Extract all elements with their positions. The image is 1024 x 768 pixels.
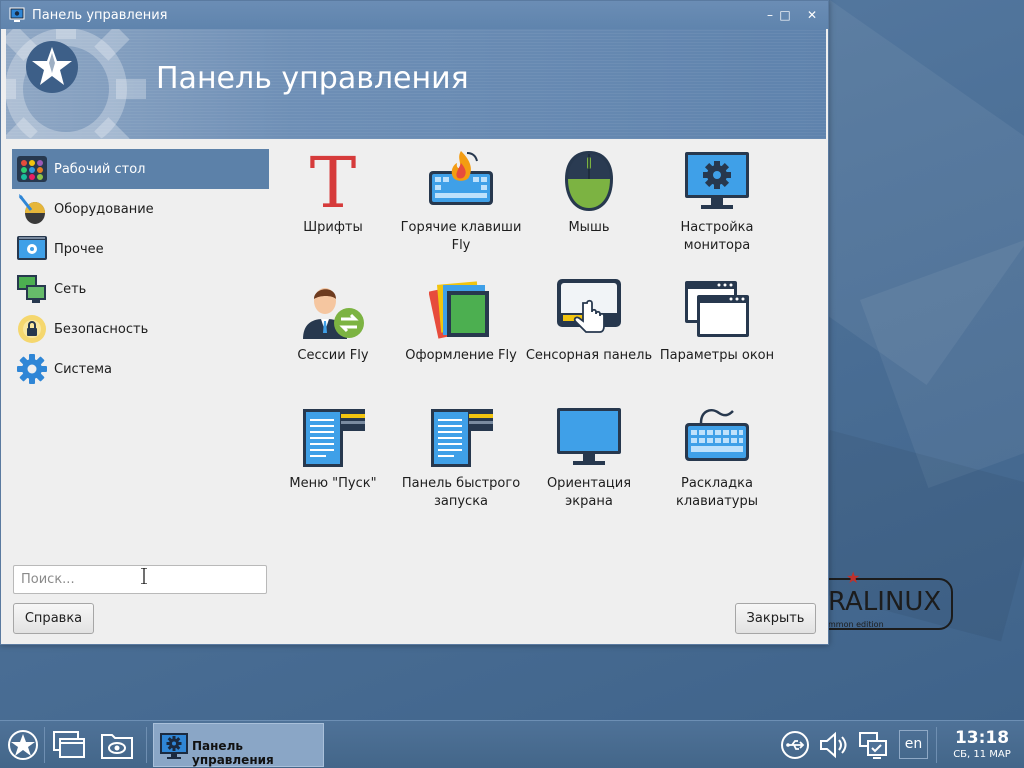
applet-label: Ориентация экрана (546, 476, 632, 509)
close-button[interactable]: Закрыть (735, 603, 816, 634)
control-panel-app-icon (160, 733, 188, 759)
applet-themes[interactable]: Оформление Fly (397, 277, 525, 405)
file-manager-icon[interactable] (100, 729, 134, 761)
keyboard-language-indicator[interactable]: en (899, 730, 928, 759)
sidebar-item-hardware[interactable]: Оборудование (12, 189, 269, 229)
network-status-icon[interactable] (858, 730, 888, 760)
applet-quick-launch[interactable]: Панель быстрого запуска (397, 405, 525, 533)
sidebar-item-label: Рабочий стол (54, 161, 146, 177)
sidebar-item-security[interactable]: Безопасность (12, 309, 269, 349)
sidebar-item-label: Оборудование (54, 201, 154, 217)
usb-device-icon[interactable] (780, 730, 810, 760)
applet-window-params[interactable]: Параметры окон (653, 277, 781, 405)
sidebar-item-label: Безопасность (54, 321, 149, 337)
taskbar-item-label: Панель управления (192, 739, 274, 767)
sidebar-item-network[interactable]: Сеть (12, 269, 269, 309)
applet-label: Горячие клавиши Fly (400, 220, 522, 253)
help-button[interactable]: Справка (13, 603, 94, 634)
category-sidebar: Рабочий стол Оборудование Прочее Сеть Бе… (12, 149, 269, 389)
hardware-icon (18, 194, 45, 224)
taskbar-separator (146, 727, 147, 763)
switch-windows-icon[interactable] (52, 729, 86, 761)
page-title: Панель управления (156, 61, 469, 96)
sidebar-item-desktop[interactable]: Рабочий стол (12, 149, 269, 189)
volume-icon[interactable] (818, 730, 848, 760)
applet-hotkeys[interactable]: Горячие клавиши Fly (397, 149, 525, 277)
close-window-button[interactable]: ✕ (803, 6, 821, 24)
applet-label: Меню "Пуск" (289, 476, 377, 491)
other-icon (17, 236, 47, 260)
svg-text:T: T (310, 149, 357, 213)
maximize-button[interactable]: □ (776, 6, 794, 24)
header-banner: Панель управления (6, 29, 826, 139)
applet-label: Оформление Fly (405, 348, 517, 363)
applet-fonts[interactable]: T Шрифты (269, 149, 397, 277)
applet-touchpad[interactable]: Сенсорная панель (525, 277, 653, 405)
applet-sessions[interactable]: Сессии Fly (269, 277, 397, 405)
sidebar-item-label: Система (54, 361, 113, 377)
applet-label: Шрифты (303, 220, 363, 235)
text-cursor-icon (141, 568, 147, 584)
applet-mouse[interactable]: Мышь (525, 149, 653, 277)
window-title: Панель управления (32, 8, 168, 23)
sidebar-item-other[interactable]: Прочее (12, 229, 269, 269)
taskbar-separator (44, 727, 45, 763)
monitor-settings-icon (685, 152, 749, 209)
fonts-icon: T (310, 149, 357, 213)
desktop-logo-text: RALINUX (828, 587, 942, 617)
window-titlebar[interactable]: Панель управления – □ ✕ (1, 1, 828, 29)
taskbar-item-control-panel[interactable]: Панель управления (153, 723, 324, 767)
applet-label: Параметры окон (659, 348, 775, 363)
astra-star-logo-icon (26, 41, 78, 93)
start-menu-icon (303, 409, 365, 467)
desktop-icon (17, 156, 47, 182)
content-area: Рабочий стол Оборудование Прочее Сеть Бе… (6, 139, 826, 642)
taskbar-separator (936, 727, 937, 763)
applet-monitor-settings[interactable]: Настройка монитора (653, 149, 781, 277)
security-icon (18, 315, 46, 343)
network-icon (17, 275, 46, 303)
applet-label: Настройка монитора (680, 220, 754, 253)
themes-icon (429, 281, 489, 339)
sidebar-item-label: Прочее (54, 241, 104, 257)
clock-date: СБ, 11 МАР (953, 749, 1011, 760)
applet-screen-orientation[interactable]: Ориентация экрана (525, 405, 653, 533)
touchpad-icon (557, 279, 621, 333)
applet-label: Раскладка клавиатуры (676, 476, 758, 509)
applet-keyboard-layout[interactable]: Раскладка клавиатуры (653, 405, 781, 533)
mouse-icon (565, 151, 613, 211)
window-params-icon (685, 281, 749, 337)
applet-start-menu[interactable]: Меню "Пуск" (269, 405, 397, 533)
sessions-icon (303, 288, 364, 339)
system-gear-icon (17, 354, 47, 384)
applet-label: Сессии Fly (297, 348, 369, 363)
quick-launch-icon (431, 409, 493, 467)
control-panel-app-icon (9, 7, 25, 22)
search-input[interactable] (13, 565, 267, 594)
taskbar: Панель управления en 13:18 СБ, 11 МАР (0, 720, 1024, 768)
keyboard-layout-icon (685, 409, 749, 461)
clock-time[interactable]: 13:18 (942, 728, 1022, 748)
desktop-logo-subtext: mmon edition (828, 620, 884, 629)
screen-orientation-icon (557, 408, 621, 465)
applet-label: Мышь (568, 220, 610, 235)
applet-label: Сенсорная панель (525, 348, 653, 363)
sidebar-item-label: Сеть (54, 281, 87, 297)
sidebar-item-system[interactable]: Система (12, 349, 269, 389)
control-panel-window: Панель управления – □ ✕ Панель управлени… (0, 0, 829, 645)
start-menu-button-icon[interactable] (6, 729, 40, 761)
hotkeys-icon (429, 151, 493, 205)
applet-label: Панель быстрого запуска (401, 476, 521, 509)
